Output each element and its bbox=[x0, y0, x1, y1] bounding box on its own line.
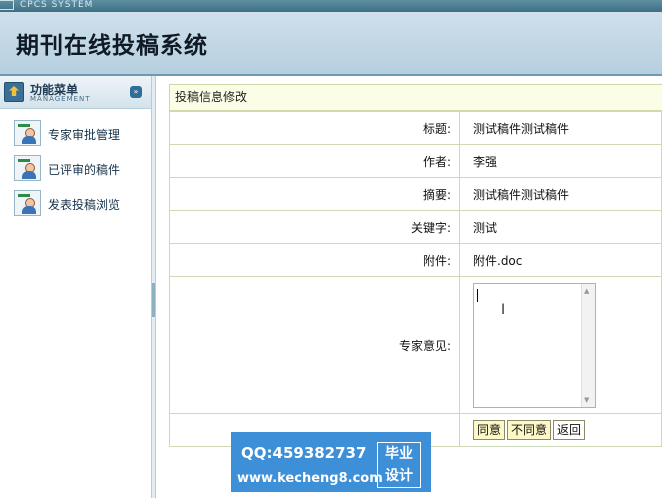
user-card-icon bbox=[14, 120, 41, 146]
attachment-link[interactable]: 附件.doc bbox=[459, 243, 662, 277]
watermark-qq: QQ:459382737 bbox=[241, 444, 367, 462]
page-title: 期刊在线投稿系统 bbox=[16, 32, 208, 59]
user-card-icon bbox=[14, 190, 41, 216]
scroll-down-icon[interactable]: ▼ bbox=[584, 396, 589, 404]
user-card-icon bbox=[14, 155, 41, 181]
sidebar-item-label: 已评审的稿件 bbox=[48, 163, 121, 177]
menu-header: 功能菜单 MANAGEMENT » bbox=[0, 76, 152, 109]
watermark-url: www.kecheng8.com bbox=[237, 471, 383, 486]
form-table: 标题: 测试稿件测试稿件 作者: 李强 摘要: 测试稿件测试稿件 关键字: 测试… bbox=[169, 111, 662, 447]
field-value: 李强 bbox=[459, 144, 662, 178]
sidebar-item-reviewed[interactable]: 已评审的稿件 bbox=[14, 155, 144, 183]
agree-button[interactable]: 同意 bbox=[473, 420, 506, 440]
field-label: 附件: bbox=[169, 243, 460, 277]
field-label: 专家意见: bbox=[169, 276, 460, 414]
field-label: 标题: bbox=[169, 111, 460, 145]
sidebar-item-published[interactable]: 发表投稿浏览 bbox=[14, 190, 144, 218]
field-value: 测试稿件测试稿件 bbox=[459, 111, 662, 145]
field-row-opinion: 专家意见: I ▲ ▼ bbox=[169, 276, 662, 414]
field-row-attachment: 附件: 附件.doc bbox=[169, 243, 662, 277]
submission-edit-form: 投稿信息修改 标题: 测试稿件测试稿件 作者: 李强 摘要: 测试稿件测试稿件 … bbox=[169, 84, 662, 447]
form-title: 投稿信息修改 bbox=[169, 84, 662, 111]
sidebar-item-label: 专家审批管理 bbox=[48, 128, 121, 142]
ibeam-cursor-icon: I bbox=[501, 301, 506, 318]
sidebar-item-expert-review[interactable]: 专家审批管理 bbox=[14, 120, 144, 148]
badge-line: 设计 bbox=[385, 468, 413, 484]
sidebar-splitter[interactable] bbox=[151, 76, 156, 498]
field-row-keywords: 关键字: 测试 bbox=[169, 210, 662, 244]
disagree-button[interactable]: 不同意 bbox=[507, 420, 552, 440]
watermark: QQ:459382737 www.kecheng8.com 毕业 设计 bbox=[231, 432, 431, 492]
field-row-author: 作者: 李强 bbox=[169, 144, 662, 178]
header: 期刊在线投稿系统 bbox=[0, 12, 662, 74]
home-upload-icon bbox=[4, 82, 24, 102]
field-row-title: 标题: 测试稿件测试稿件 bbox=[169, 111, 662, 145]
window-tab-icon bbox=[0, 0, 14, 10]
expert-opinion-textarea[interactable]: I ▲ ▼ bbox=[473, 282, 596, 408]
textarea-scrollbar[interactable]: ▲ ▼ bbox=[581, 283, 595, 407]
splitter-grip[interactable] bbox=[152, 283, 155, 317]
field-row-abstract: 摘要: 测试稿件测试稿件 bbox=[169, 177, 662, 211]
badge-line: 毕业 bbox=[385, 446, 413, 462]
top-strip: CPCS SYSTEM bbox=[0, 0, 662, 12]
field-value: 测试 bbox=[459, 210, 662, 244]
sidebar-item-label: 发表投稿浏览 bbox=[48, 198, 121, 212]
scroll-up-icon[interactable]: ▲ bbox=[584, 287, 589, 295]
back-button[interactable]: 返回 bbox=[553, 420, 586, 440]
field-label: 作者: bbox=[169, 144, 460, 178]
field-label: 摘要: bbox=[169, 177, 460, 211]
double-chevron-down-icon[interactable]: » bbox=[130, 86, 142, 98]
field-value: 测试稿件测试稿件 bbox=[459, 177, 662, 211]
menu-subtitle: MANAGEMENT bbox=[30, 95, 91, 103]
sidebar: 功能菜单 MANAGEMENT » 专家审批管理 已评审的稿件 发表投稿浏览 bbox=[0, 76, 152, 498]
top-strip-text: CPCS SYSTEM bbox=[20, 0, 94, 10]
text-caret bbox=[477, 288, 478, 302]
watermark-badge: 毕业 设计 bbox=[377, 442, 421, 488]
field-label: 关键字: bbox=[169, 210, 460, 244]
